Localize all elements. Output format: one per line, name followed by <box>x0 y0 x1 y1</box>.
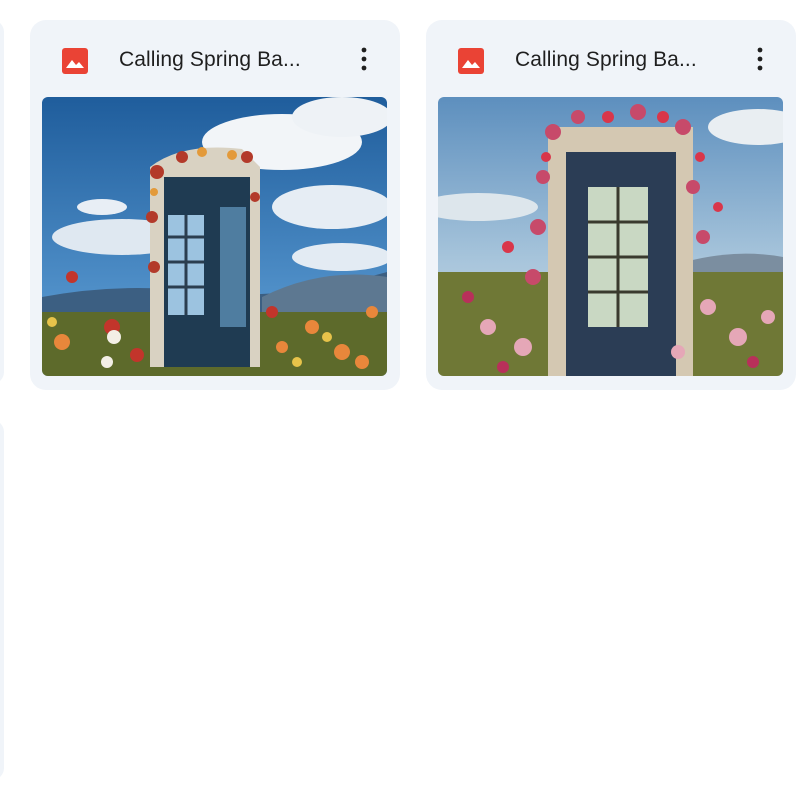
phone-booth-flowers-image <box>438 97 783 376</box>
file-card-header: Calling Spring Ba... <box>426 20 796 98</box>
file-thumbnail[interactable] <box>438 97 783 376</box>
partial-file-card[interactable] <box>0 20 4 384</box>
file-card[interactable]: Calling Spring Ba... <box>30 20 400 390</box>
more-vert-icon <box>361 47 367 71</box>
partial-file-card[interactable] <box>0 420 4 780</box>
phone-booth-flowers-image <box>42 97 387 376</box>
file-card[interactable]: Calling Spring Ba... <box>426 20 796 390</box>
image-file-icon <box>62 48 88 74</box>
file-name: Calling Spring Ba... <box>515 48 697 71</box>
file-name: Calling Spring Ba... <box>119 48 301 71</box>
file-card-header: Calling Spring Ba... <box>30 20 400 98</box>
more-options-button[interactable] <box>746 42 774 76</box>
more-vert-icon <box>757 47 763 71</box>
more-options-button[interactable] <box>350 42 378 76</box>
image-file-icon <box>458 48 484 74</box>
file-thumbnail[interactable] <box>42 97 387 376</box>
